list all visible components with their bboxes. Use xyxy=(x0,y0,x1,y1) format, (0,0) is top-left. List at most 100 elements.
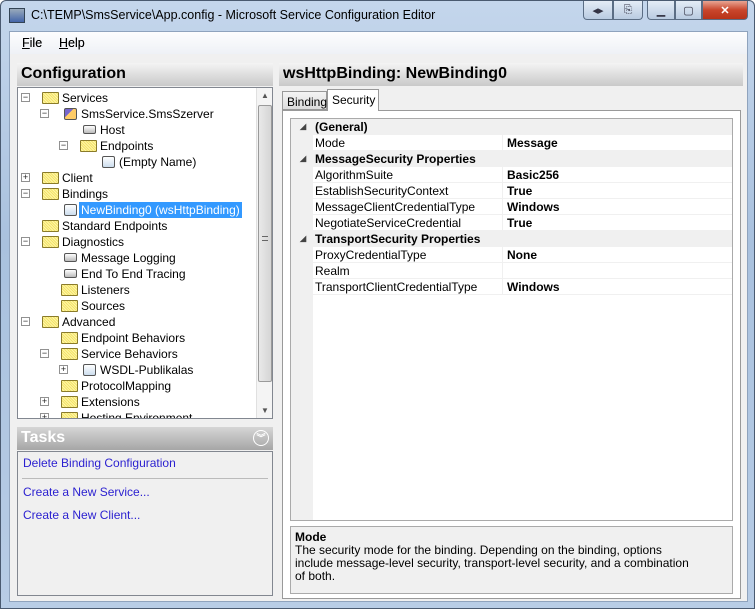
tree-item-label: Diagnostics xyxy=(62,235,125,249)
tree-item-label: Endpoints xyxy=(100,139,154,153)
collapse-icon[interactable]: − xyxy=(40,109,49,118)
property-row[interactable]: NegotiateServiceCredential True xyxy=(291,215,732,231)
tree-item[interactable]: (Empty Name) xyxy=(18,154,258,170)
tree-item[interactable]: Standard Endpoints xyxy=(18,218,258,234)
tree-item[interactable]: − Endpoints xyxy=(18,138,258,154)
collapse-icon[interactable]: − xyxy=(40,349,49,358)
tree-item[interactable]: + Client xyxy=(18,170,258,186)
menu-file-label: ile xyxy=(29,36,43,50)
scrollbar-thumb[interactable] xyxy=(258,105,272,382)
configuration-tree[interactable]: ▲ ▼ − Services − SmsService.SmsSzerver Host −… xyxy=(17,87,273,419)
property-category[interactable]: ◢ TransportSecurity Properties xyxy=(291,231,732,247)
property-value[interactable]: Windows xyxy=(502,279,732,294)
menu-help-accel-overlay: Help xyxy=(59,36,85,50)
property-row[interactable]: ProxyCredentialType None xyxy=(291,247,732,263)
tree-item[interactable]: Host xyxy=(18,122,258,138)
menu-file[interactable]: File File xyxy=(22,36,42,50)
menu-help[interactable]: Help Help xyxy=(59,36,85,50)
folder-icon xyxy=(61,380,78,392)
close-button[interactable]: ✕ xyxy=(702,1,748,20)
collapse-triangle-icon[interactable]: ◢ xyxy=(300,151,306,167)
create-client-link[interactable]: Create a New Client... xyxy=(23,508,140,522)
tree-item[interactable]: Endpoint Behaviors xyxy=(18,330,258,346)
tree-scrollbar[interactable]: ▲ ▼ xyxy=(256,88,272,418)
tab-binding[interactable]: Binding xyxy=(282,91,327,110)
scroll-up-icon[interactable]: ▲ xyxy=(261,91,269,100)
property-value[interactable]: None xyxy=(502,247,732,262)
delete-binding-link[interactable]: Delete Binding Configuration xyxy=(23,456,176,470)
expand-icon[interactable]: + xyxy=(40,413,49,418)
tree-item[interactable]: + WSDL-Publikalas xyxy=(18,362,258,378)
create-service-link[interactable]: Create a New Service... xyxy=(23,485,150,499)
expand-icon[interactable]: + xyxy=(59,365,68,374)
property-name: ProxyCredentialType xyxy=(315,248,427,262)
property-category[interactable]: ◢ MessageSecurity Properties xyxy=(291,151,732,167)
tasks-title: Tasks xyxy=(21,429,66,446)
menu-help-label: elp xyxy=(68,36,85,50)
property-value[interactable]: Basic256 xyxy=(502,167,732,182)
menu-file-accel-overlay: File xyxy=(22,36,42,50)
collapse-icon[interactable]: − xyxy=(21,189,30,198)
property-name: EstablishSecurityContext xyxy=(315,184,449,198)
tab-security[interactable]: Security xyxy=(327,89,379,111)
tree-item[interactable]: − Service Behaviors xyxy=(18,346,258,362)
tree-item[interactable]: Sources xyxy=(18,298,258,314)
property-row[interactable]: EstablishSecurityContext True xyxy=(291,183,732,199)
tasks-panel: Delete Binding Configuration Create a Ne… xyxy=(17,451,273,596)
tree-item[interactable]: − Advanced xyxy=(18,314,258,330)
property-category[interactable]: ◢ (General) xyxy=(291,119,732,135)
folder-icon xyxy=(80,140,97,152)
property-row[interactable]: TransportClientCredentialType Windows xyxy=(291,279,732,295)
folder-icon xyxy=(61,284,78,296)
collapse-triangle-icon[interactable]: ◢ xyxy=(300,119,306,135)
property-row[interactable]: Mode Message xyxy=(291,135,732,151)
property-row[interactable]: MessageClientCredentialType Windows xyxy=(291,199,732,215)
property-value[interactable] xyxy=(502,263,732,278)
menu-help-accel: H xyxy=(59,36,69,50)
tree-item[interactable]: − Services xyxy=(18,90,258,106)
property-grid[interactable]: ◢ (General) Mode Message ◢ MessageSecurity Pr… xyxy=(290,118,733,521)
tree-item-label: Client xyxy=(62,171,93,185)
collapse-icon[interactable]: − xyxy=(21,317,30,326)
tree-item[interactable]: Listeners xyxy=(18,282,258,298)
collapse-triangle-icon[interactable]: ◢ xyxy=(300,231,306,247)
expand-icon[interactable]: + xyxy=(21,173,30,182)
tree-item[interactable]: End To End Tracing xyxy=(18,266,258,282)
tab-binding-label: Binding xyxy=(287,95,328,109)
tree-item[interactable]: + Extensions xyxy=(18,394,258,410)
menu-file-accel: F xyxy=(22,36,30,50)
collapse-icon[interactable]: − xyxy=(21,93,30,102)
tree-item[interactable]: − SmsService.SmsSzerver xyxy=(18,106,258,122)
collapse-icon[interactable]: − xyxy=(59,141,68,150)
tab-panel: ◢ (General) Mode Message ◢ MessageSecurity Pr… xyxy=(282,110,741,599)
switch-window-button[interactable]: ⎘ xyxy=(613,1,643,20)
property-row[interactable]: AlgorithmSuite Basic256 xyxy=(291,167,732,183)
property-value[interactable]: True xyxy=(502,183,732,198)
tree-item[interactable]: Message Logging xyxy=(18,250,258,266)
endpoint-icon xyxy=(102,156,115,168)
tasks-divider xyxy=(22,478,268,479)
client-area: File File Help Help Configuration ▲ ▼ − S… xyxy=(9,31,748,602)
tree-item[interactable]: − Diagnostics xyxy=(18,234,258,250)
tree-item[interactable]: NewBinding0 (wsHttpBinding) xyxy=(18,202,258,218)
tree-item[interactable]: + Hosting Environment xyxy=(18,410,258,418)
node-icon xyxy=(64,269,77,278)
minimize-button[interactable]: ▁ xyxy=(647,1,675,20)
collapse-icon[interactable]: − xyxy=(21,237,30,246)
scroll-down-icon[interactable]: ▼ xyxy=(261,406,269,415)
collapse-chevron-icon[interactable]: ︾ xyxy=(253,430,269,446)
tree-item[interactable]: ProtocolMapping xyxy=(18,378,258,394)
property-value[interactable]: Message xyxy=(502,135,732,150)
tree-item-label: Sources xyxy=(81,299,126,313)
maximize-button[interactable]: ▢ xyxy=(675,1,702,20)
tree-item-label: Listeners xyxy=(81,283,130,297)
node-icon xyxy=(64,253,77,262)
tasks-header: Tasks ︾ xyxy=(17,427,273,450)
category-label: MessageSecurity Properties xyxy=(315,152,476,166)
property-value[interactable]: True xyxy=(502,215,732,230)
property-value[interactable]: Windows xyxy=(502,199,732,214)
property-row[interactable]: Realm xyxy=(291,263,732,279)
tree-item[interactable]: − Bindings xyxy=(18,186,258,202)
restore-panes-button[interactable]: ◂▸ xyxy=(583,1,613,20)
expand-icon[interactable]: + xyxy=(40,397,49,406)
